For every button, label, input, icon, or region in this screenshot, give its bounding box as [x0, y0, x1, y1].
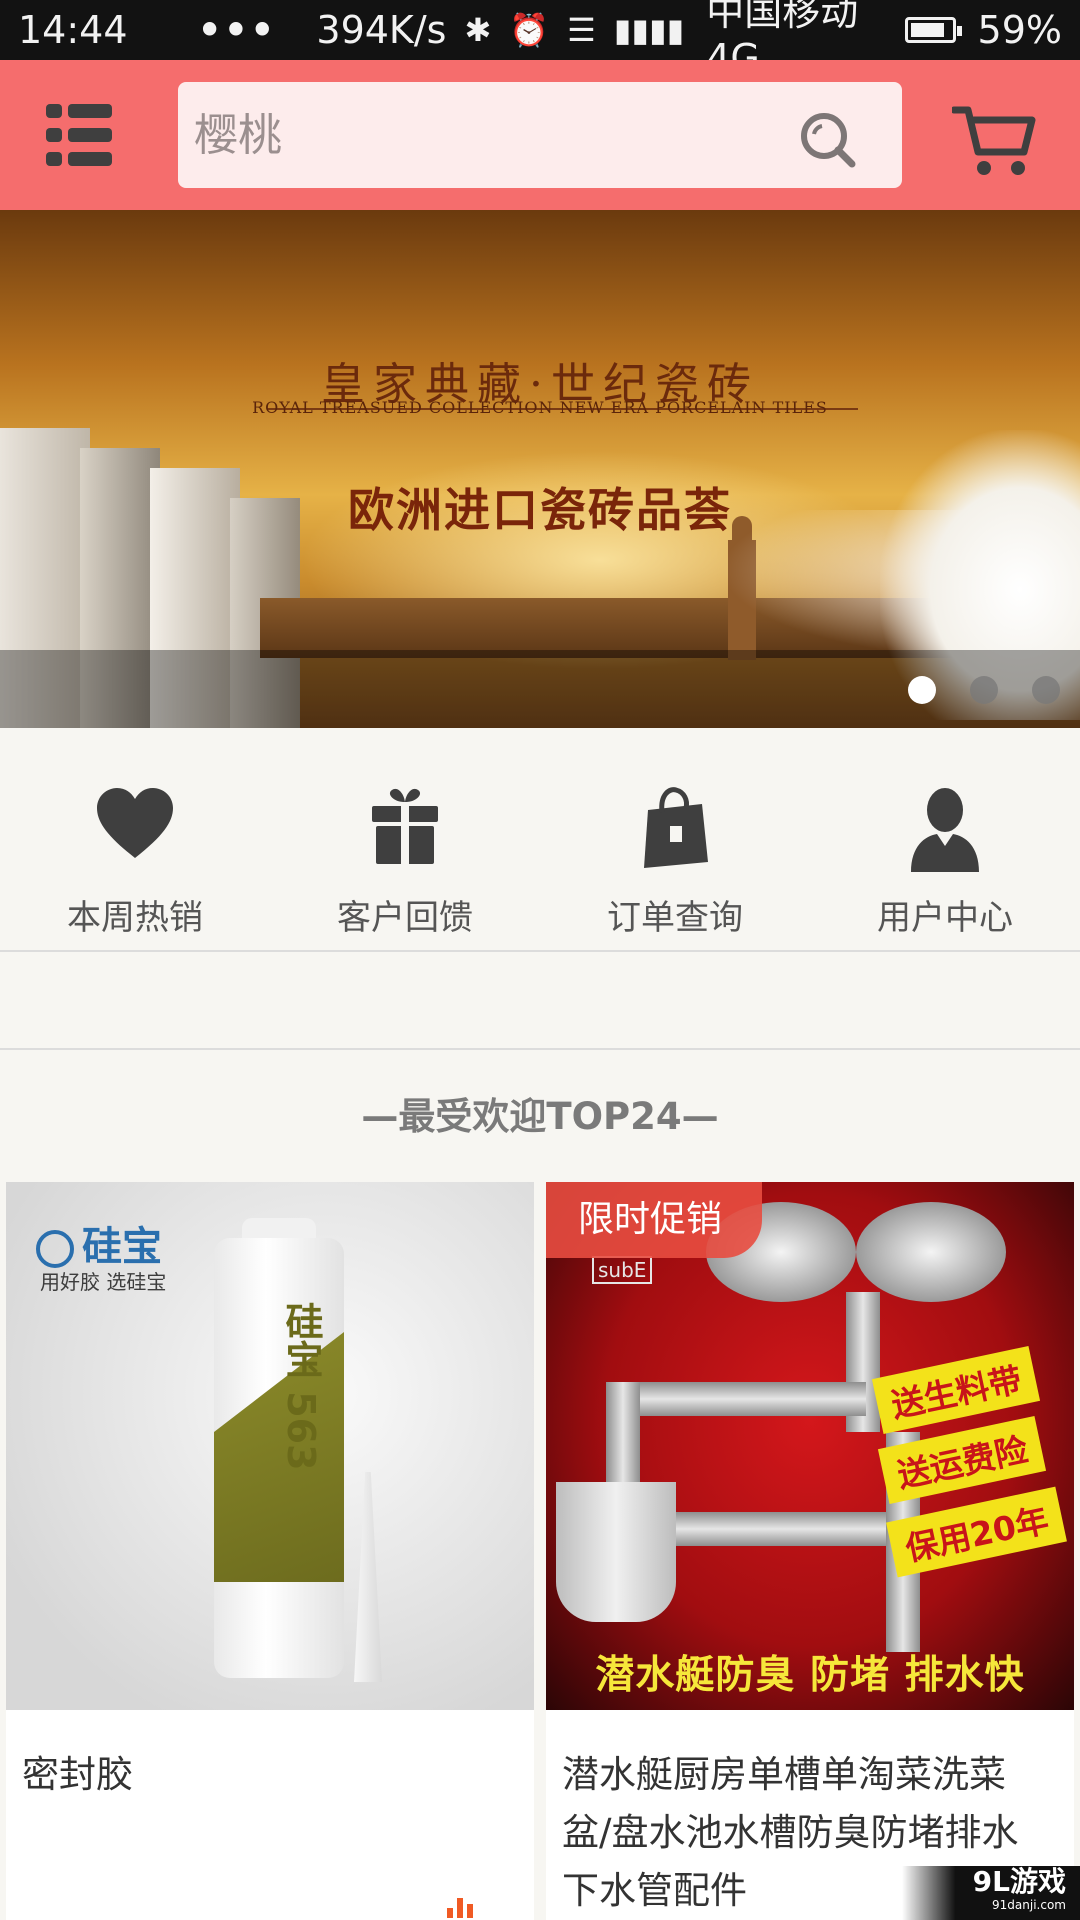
- nav-label: 客户回馈: [337, 898, 473, 938]
- status-time: 14:44: [18, 8, 128, 52]
- more-dots-icon: •••: [197, 8, 277, 52]
- battery-icon: [904, 17, 962, 43]
- image-caption: 潜水艇防臭 防堵 排水快: [595, 1653, 1025, 1698]
- search-icon[interactable]: [798, 110, 858, 170]
- carousel-dot[interactable]: [970, 676, 998, 704]
- signal-icon: ▮▮▮▮: [613, 11, 685, 49]
- watermark-logo: 9L游戏 91danji.com: [902, 1866, 1080, 1920]
- product-card[interactable]: subE 送生料带 送运费险 保用20年 潜水艇防臭 防堵 排水快 限时促销 潜…: [546, 1182, 1074, 1920]
- menu-list-icon: [46, 104, 112, 118]
- product-image[interactable]: 硅宝 用好胶 选硅宝 硅宝 563: [6, 1182, 534, 1710]
- brand-name: 硅宝: [82, 1224, 162, 1270]
- search-box[interactable]: [178, 82, 902, 188]
- nav-customer-rewards[interactable]: 客户回馈: [270, 728, 540, 950]
- gift-icon: [372, 788, 438, 864]
- brand-mark: subE: [592, 1256, 653, 1284]
- promo-tag: 限时促销: [546, 1182, 762, 1258]
- section-title: —最受欢迎TOP24—: [361, 1095, 719, 1138]
- carousel-indicator: [908, 676, 1060, 704]
- product-card[interactable]: 硅宝 用好胶 选硅宝 硅宝 563 密封胶: [6, 1182, 534, 1920]
- heart-icon: [97, 788, 173, 858]
- product-image[interactable]: subE 送生料带 送运费险 保用20年 潜水艇防臭 防堵 排水快 限时促销: [546, 1182, 1074, 1710]
- status-bar: 14:44 ••• 394K/s ✱ ⏰ ☰ ▮▮▮▮ 中国移动 4G 59%: [0, 0, 1080, 80]
- nozzle-image: [354, 1472, 382, 1682]
- tube-label: 硅宝 563: [279, 1302, 323, 1471]
- watermark-url: 91danji.com: [992, 1898, 1066, 1912]
- network-speed: 394K/s: [316, 8, 447, 52]
- menu-button[interactable]: [46, 104, 112, 166]
- nav-weekly-hot[interactable]: 本周热销: [0, 728, 270, 950]
- nav-label: 订单查询: [607, 898, 743, 938]
- shopping-bag-icon: [644, 787, 708, 868]
- battery-fill: [910, 23, 944, 37]
- product-name[interactable]: 密封胶: [22, 1746, 512, 1804]
- brand-logo-icon: [36, 1230, 74, 1268]
- add-to-cart-icon[interactable]: [446, 1894, 490, 1920]
- carousel-dot[interactable]: [1032, 676, 1060, 704]
- search-input[interactable]: [194, 82, 754, 188]
- cart-icon[interactable]: [952, 102, 1036, 178]
- battery-percent: 59%: [977, 8, 1062, 52]
- sink-basin-image: [856, 1202, 1006, 1302]
- banner-title: 欧洲进口瓷砖品荟: [348, 483, 732, 537]
- quick-nav: 本周热销 客户回馈 订单查询 用户中心: [0, 728, 1080, 952]
- nav-order-lookup[interactable]: 订单查询: [540, 728, 810, 950]
- notification-icon: ☰: [567, 11, 596, 49]
- nav-label: 本周热销: [67, 898, 203, 938]
- watermark-text: 9L游戏: [972, 1865, 1066, 1898]
- spacer-band: [0, 952, 1080, 1050]
- promo-banner[interactable]: 皇家典藏·世纪瓷砖 ROYAL TREASUED COLLECTION NEW …: [0, 210, 1080, 728]
- brand-slogan: 用好胶 选硅宝: [40, 1270, 167, 1294]
- app-header: [0, 60, 1080, 210]
- nav-label: 用户中心: [877, 898, 1013, 938]
- banner-subheadline: ROYAL TREASUED COLLECTION NEW ERA PORCEL…: [252, 398, 828, 417]
- drain-trap-image: [556, 1482, 676, 1622]
- carousel-dot[interactable]: [908, 676, 936, 704]
- alarm-icon: ⏰: [509, 11, 550, 49]
- bluetooth-icon: ✱: [464, 11, 492, 49]
- nav-user-center[interactable]: 用户中心: [810, 728, 1080, 950]
- user-icon: [911, 788, 979, 872]
